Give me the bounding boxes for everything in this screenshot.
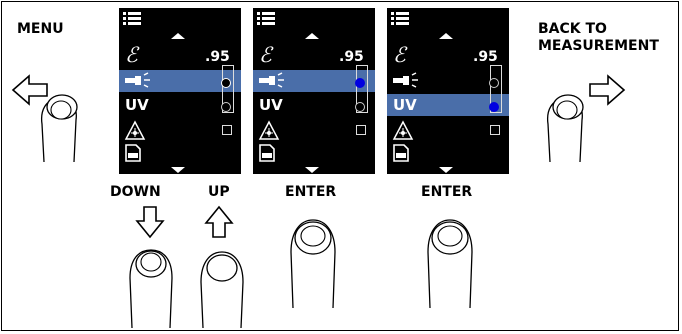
- up-label: UP: [208, 184, 230, 200]
- sd-card-icon: [259, 144, 275, 162]
- scroll-down-icon: [171, 167, 185, 173]
- uv-label: UV: [259, 96, 283, 114]
- laser-icon: [258, 120, 280, 140]
- menu-icon: [123, 12, 141, 25]
- laser-checkbox: [222, 125, 232, 135]
- display-screen-1: ℰ .95 UV: [119, 8, 241, 174]
- flashlight-icon: [259, 72, 284, 88]
- radio-uv: [221, 102, 231, 112]
- finger-press-icon: [200, 251, 244, 329]
- radio-uv: [489, 102, 499, 112]
- laser-checkbox: [356, 125, 366, 135]
- uv-label: UV: [125, 96, 149, 114]
- finger-press-icon: [427, 219, 473, 309]
- down-label: DOWN: [110, 184, 161, 200]
- down-arrow-icon: [135, 206, 165, 239]
- menu-icon: [257, 12, 275, 25]
- back-to-measurement-label: BACK TO MEASUREMENT: [538, 21, 659, 54]
- enter-label: ENTER: [285, 184, 337, 200]
- enter-label: ENTER: [421, 184, 473, 200]
- sd-card-icon: [125, 144, 141, 162]
- radio-flashlight: [221, 78, 231, 88]
- scroll-down-icon: [439, 167, 453, 173]
- scroll-up-icon: [171, 33, 185, 39]
- radio-flashlight: [489, 78, 499, 88]
- uv-label: UV: [393, 96, 417, 114]
- laser-icon: [392, 120, 414, 140]
- up-arrow-icon: [204, 205, 234, 238]
- scroll-up-icon: [439, 33, 453, 39]
- emissivity-value: .95: [473, 49, 498, 65]
- scroll-up-icon: [305, 33, 319, 39]
- emissivity-icon: ℰ: [259, 43, 272, 67]
- emissivity-value: .95: [205, 49, 230, 65]
- emissivity-icon: ℰ: [125, 43, 138, 67]
- radio-flashlight: [355, 78, 365, 88]
- right-arrow-icon: [589, 74, 626, 106]
- scroll-down-icon: [305, 167, 319, 173]
- laser-checkbox: [490, 125, 500, 135]
- display-screen-3: ℰ .95 UV: [387, 8, 509, 174]
- emissivity-value: .95: [339, 49, 364, 65]
- finger-press-icon: [546, 94, 584, 163]
- laser-icon: [124, 120, 146, 140]
- display-screen-2: ℰ .95 UV: [253, 8, 375, 174]
- sd-card-icon: [393, 144, 409, 162]
- menu-label: MENU: [17, 21, 64, 37]
- finger-press-icon: [290, 219, 336, 309]
- emissivity-icon: ℰ: [393, 43, 406, 67]
- finger-press-icon: [129, 249, 173, 329]
- flashlight-icon: [393, 72, 418, 88]
- flashlight-icon: [125, 72, 150, 88]
- finger-press-icon: [40, 94, 78, 163]
- menu-icon: [391, 12, 409, 25]
- radio-uv: [355, 102, 365, 112]
